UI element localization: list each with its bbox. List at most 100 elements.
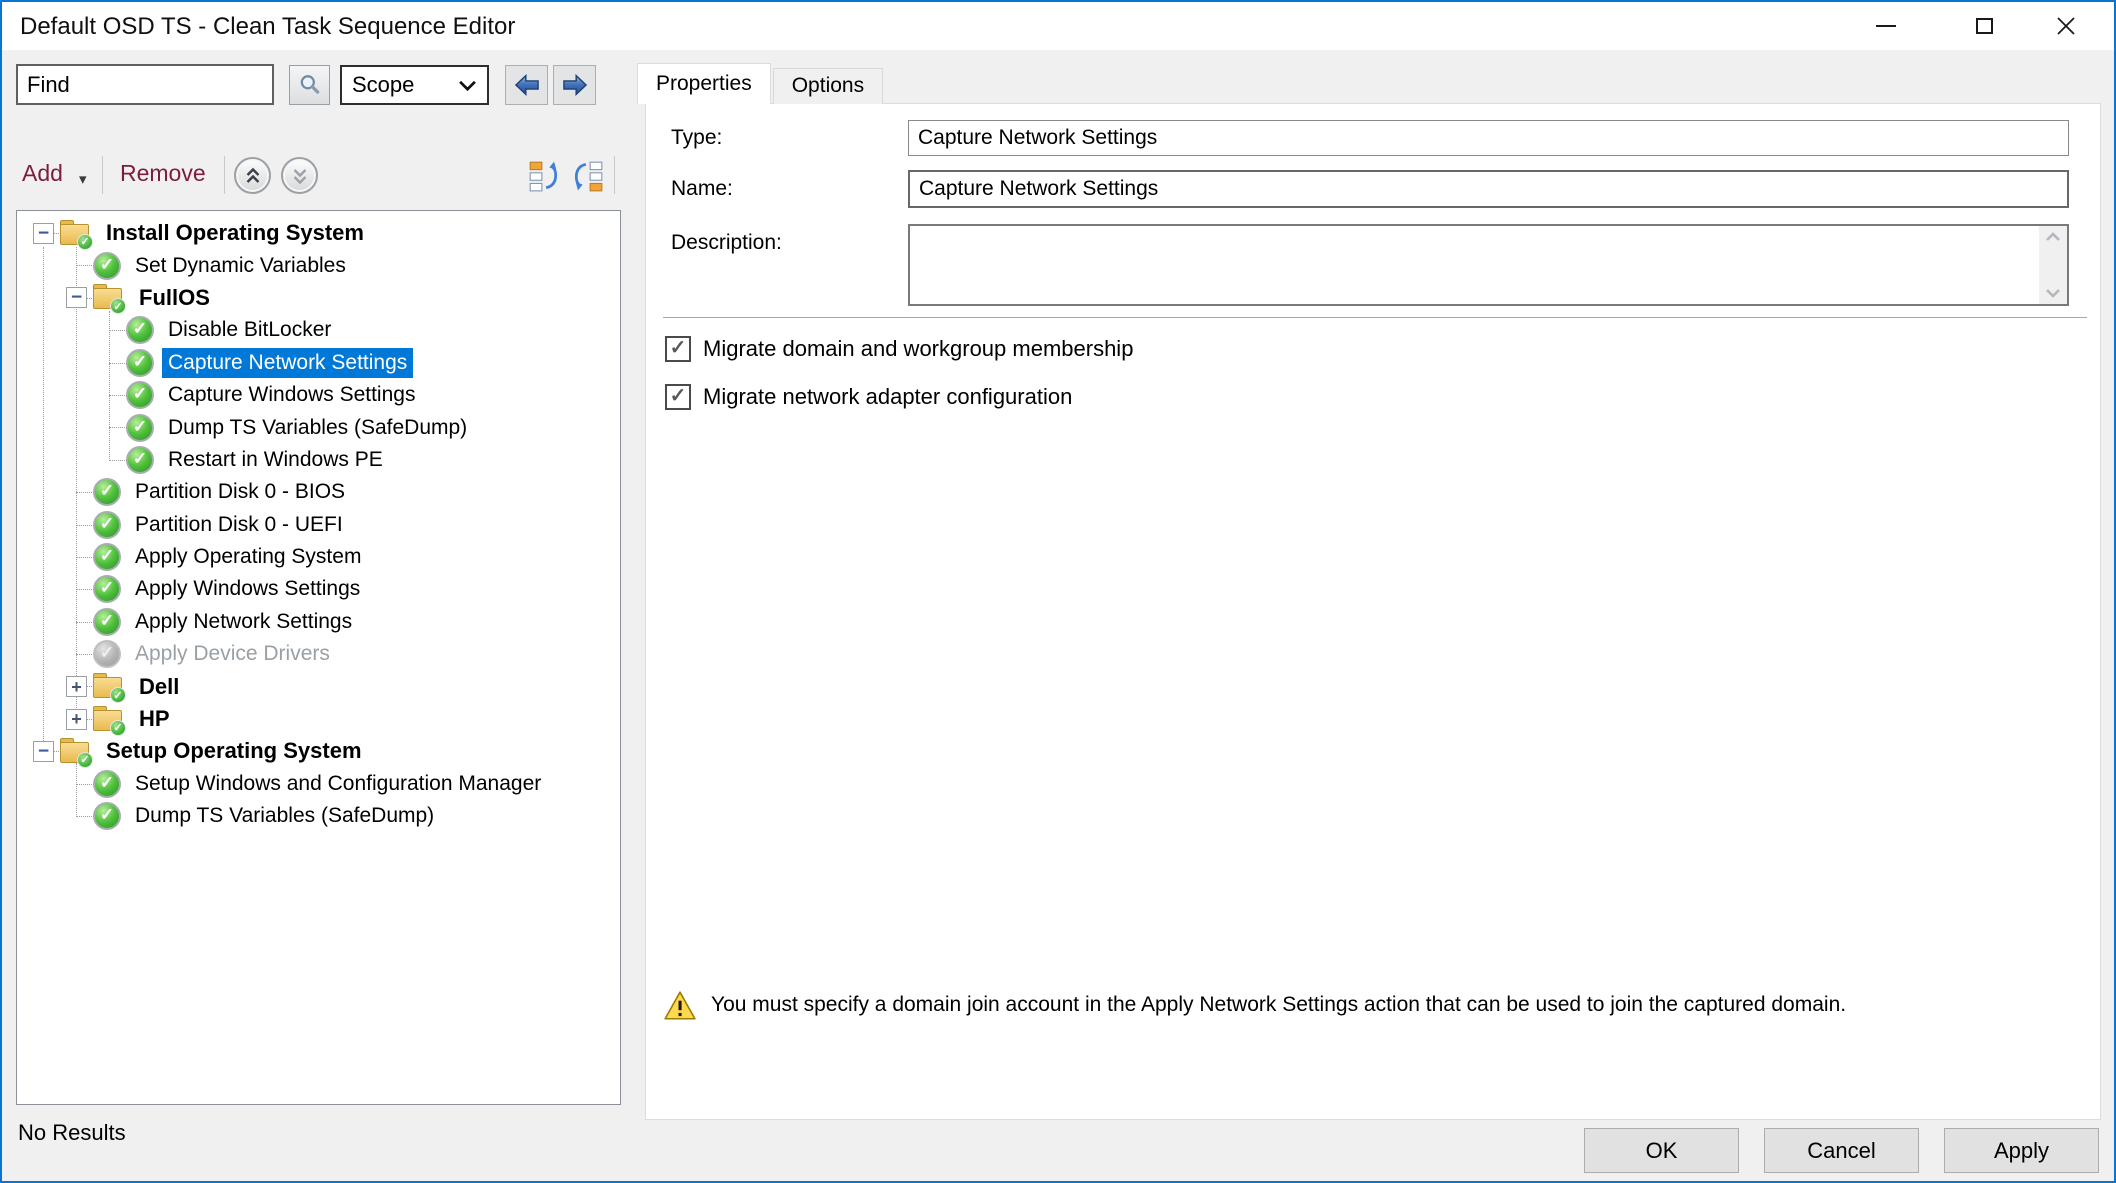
tree-item[interactable]: − ✓ Setup Operating System (17, 735, 620, 767)
step-success-icon: ✓ (93, 575, 121, 603)
type-field[interactable] (908, 120, 2069, 156)
checkbox-group: ✓ Migrate domain and workgroup membershi… (665, 335, 1133, 431)
tree-item[interactable]: + ✓ HP (17, 703, 620, 735)
scope-value: Scope (352, 72, 414, 98)
title-bar: Default OSD TS - Clean Task Sequence Edi… (2, 2, 2114, 50)
description-field[interactable] (910, 226, 2039, 304)
add-button[interactable]: Add (22, 160, 63, 187)
tree-toolbar: Add ▾ Remove (2, 150, 622, 202)
tree-item[interactable]: ✓ Disable BitLocker (17, 314, 620, 346)
description-scrollbar[interactable] (2039, 226, 2067, 304)
task-sequence-editor-window: Default OSD TS - Clean Task Sequence Edi… (0, 0, 2116, 1183)
tree-item[interactable]: − ✓ FullOS (17, 282, 620, 314)
step-success-icon: ✓ (126, 349, 154, 377)
name-field[interactable] (908, 170, 2069, 208)
tree-item[interactable]: ✓ Setup Windows and Configuration Manage… (17, 768, 620, 800)
nav-back-icon (513, 73, 541, 97)
search-icon (298, 73, 322, 97)
tree-item[interactable]: ✓ Partition Disk 0 - UEFI (17, 509, 620, 541)
tree-expander-toggle[interactable]: + (66, 709, 87, 730)
tree-connector-stub (76, 816, 94, 817)
tab-properties[interactable]: Properties (637, 63, 771, 104)
reorder-top-icon (527, 159, 561, 193)
window-title: Default OSD TS - Clean Task Sequence Edi… (20, 13, 515, 41)
tree-item[interactable]: ✓ Apply Windows Settings (17, 573, 620, 605)
tree-item-label: Disable BitLocker (162, 315, 337, 345)
folder-check-icon: ✓ (93, 284, 124, 311)
step-success-icon: ✓ (93, 770, 121, 798)
tab-options[interactable]: Options (773, 68, 883, 104)
minimize-button[interactable] (1854, 2, 1918, 50)
expand-reorder-button[interactable] (570, 158, 606, 194)
type-label: Type: (671, 126, 722, 150)
tree-expander-toggle[interactable]: − (33, 741, 54, 762)
folder-check-icon: ✓ (93, 673, 124, 700)
step-success-icon: ✓ (93, 543, 121, 571)
tree-item-label: Apply Device Drivers (129, 639, 336, 669)
tree-item[interactable]: ✓ Capture Network Settings (17, 347, 620, 379)
tree-item[interactable]: ✓ Capture Windows Settings (17, 379, 620, 411)
tree-item-label: Capture Windows Settings (162, 380, 421, 410)
tree-item[interactable]: + ✓ Dell (17, 670, 620, 702)
folder-check-icon: ✓ (93, 706, 124, 733)
collapse-reorder-button[interactable] (526, 158, 562, 194)
move-step-up-button[interactable] (234, 157, 271, 194)
checkbox[interactable]: ✓ (665, 336, 691, 362)
ok-button[interactable]: OK (1584, 1128, 1739, 1173)
tree-expander-toggle[interactable]: − (66, 287, 87, 308)
checkbox-label: Migrate network adapter configuration (703, 384, 1072, 410)
tree-connector-stub (109, 363, 127, 364)
tree-item-label: Restart in Windows PE (162, 445, 389, 475)
tree-item-label: Apply Windows Settings (129, 574, 366, 604)
tree-item-label: Dump TS Variables (SafeDump) (162, 413, 473, 443)
step-success-icon: ✓ (93, 640, 121, 668)
tree-item[interactable]: ✓ Apply Device Drivers (17, 638, 620, 670)
search-results-status: No Results (18, 1120, 126, 1146)
remove-button[interactable]: Remove (120, 160, 206, 187)
tree-item[interactable]: − ✓ Install Operating System (17, 217, 620, 249)
scope-select[interactable]: Scope (340, 65, 489, 105)
tree-item-label: Capture Network Settings (162, 348, 413, 378)
tree-connector-stub (76, 265, 94, 266)
tree-item[interactable]: ✓ Dump TS Variables (SafeDump) (17, 800, 620, 832)
tree-connector-stub (109, 330, 127, 331)
tree-connector-stub (109, 427, 127, 428)
find-next-button[interactable] (553, 65, 596, 105)
tree-item[interactable]: ✓ Set Dynamic Variables (17, 249, 620, 281)
step-success-icon: ✓ (126, 381, 154, 409)
tree-item[interactable]: ✓ Restart in Windows PE (17, 444, 620, 476)
cancel-button[interactable]: Cancel (1764, 1128, 1919, 1173)
tree-item[interactable]: ✓ Dump TS Variables (SafeDump) (17, 411, 620, 443)
apply-button[interactable]: Apply (1944, 1128, 2099, 1173)
checkbox-row: ✓ Migrate network adapter configuration (665, 383, 1133, 410)
checkbox[interactable]: ✓ (665, 384, 691, 410)
warning-text: You must specify a domain join account i… (711, 990, 1846, 1017)
tree-item[interactable]: ✓ Apply Operating System (17, 541, 620, 573)
tree-item-label: Partition Disk 0 - UEFI (129, 510, 349, 540)
search-button[interactable] (289, 65, 330, 105)
step-success-icon: ✓ (93, 608, 121, 636)
tree-item[interactable]: ✓ Apply Network Settings (17, 606, 620, 638)
step-success-icon: ✓ (93, 802, 121, 830)
tree-view: − ✓ Install Operating System ✓ Set Dynam… (16, 210, 621, 1105)
warning-row: You must specify a domain join account i… (663, 990, 1846, 1022)
maximize-button[interactable] (1952, 2, 2016, 50)
tree-expander-toggle[interactable]: + (66, 676, 87, 697)
add-dropdown-caret-icon[interactable]: ▾ (79, 170, 87, 188)
tree-item-label: Install Operating System (100, 217, 370, 249)
scroll-down-icon[interactable] (2045, 288, 2061, 298)
move-step-down-button[interactable] (281, 157, 318, 194)
folder-check-icon: ✓ (60, 220, 91, 247)
checkbox-row: ✓ Migrate domain and workgroup membershi… (665, 335, 1133, 362)
tree-item-label: Setup Windows and Configuration Manager (129, 769, 547, 799)
close-button[interactable] (2034, 2, 2098, 50)
step-success-icon: ✓ (93, 252, 121, 280)
scroll-up-icon[interactable] (2045, 232, 2061, 242)
checkbox-check-icon: ✓ (670, 335, 687, 360)
tree-item-label: FullOS (133, 282, 216, 314)
tree-item[interactable]: ✓ Partition Disk 0 - BIOS (17, 476, 620, 508)
find-input[interactable] (16, 64, 274, 105)
find-previous-button[interactable] (505, 65, 548, 105)
step-success-icon: ✓ (126, 316, 154, 344)
tree-expander-toggle[interactable]: − (33, 223, 54, 244)
